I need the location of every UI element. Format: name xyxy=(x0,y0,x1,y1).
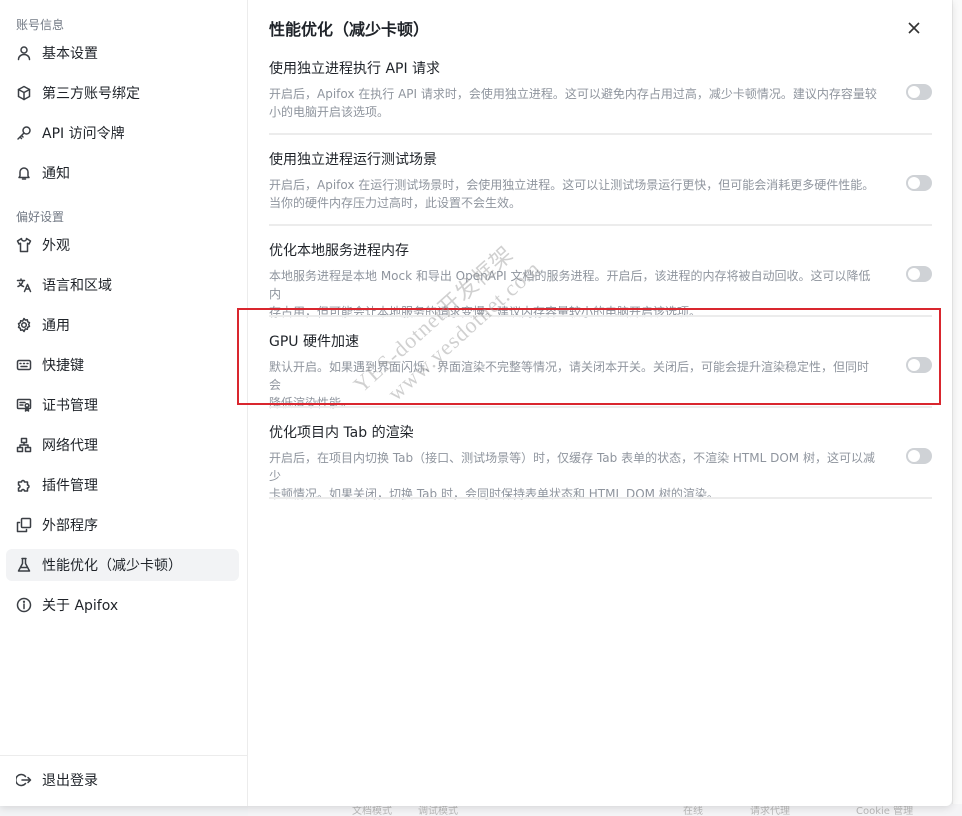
sidebar-item-shortcuts[interactable]: 快捷键 xyxy=(6,349,239,381)
setting-title: 优化项目内 Tab 的渲染 xyxy=(269,425,414,441)
setting-gpu-acceleration: GPU 硬件加速 默认开启。如果遇到界面闪烁、界面渲染不完整等情况，请关闭本开关… xyxy=(269,332,932,410)
setting-divider xyxy=(269,406,932,408)
sidebar-item-label: 证书管理 xyxy=(42,398,98,414)
setting-description-line: 默认开启。如果遇到界面闪烁、界面渲染不完整等情况，请关闭本开关。关闭后，可能会提… xyxy=(269,360,870,392)
sidebar-item-label: 外观 xyxy=(42,238,70,254)
setting-independent-process-test: 使用独立进程运行测试场景 开启后，Apifox 在运行测试场景时，会使用独立进程… xyxy=(269,150,932,226)
setting-description-line: 开启后，Apifox 在运行测试场景时，会使用独立进程。这可以让测试场景运行更快… xyxy=(269,178,875,192)
puzzle-icon xyxy=(16,477,32,493)
sidebar-item-basic-settings[interactable]: 基本设置 xyxy=(6,37,239,69)
setting-description-line: 存占用，但可能会让本地服务的请求变慢。建议内存容量较小的电脑开启该选项。 xyxy=(269,305,702,319)
toggle-gpu-acceleration[interactable] xyxy=(906,357,932,373)
close-icon xyxy=(908,22,920,34)
toggle-knob xyxy=(908,86,920,98)
external-program-icon xyxy=(16,517,32,533)
setting-description-line: 卡顿情况。如果关闭，切换 Tab 时，会同时保持表单状态和 HTML DOM 树… xyxy=(269,487,719,501)
network-icon xyxy=(16,437,32,453)
sidebar-item-label: 关于 Apifox xyxy=(42,598,119,614)
toggle-local-service-memory[interactable] xyxy=(906,266,932,282)
sidebar-item-general[interactable]: 通用 xyxy=(6,309,239,341)
sidebar-item-language-region[interactable]: 语言和区域 xyxy=(6,269,239,301)
settings-main-panel: 性能优化（减少卡顿） 使用独立进程执行 API 请求 开启后，Apifox 在执… xyxy=(248,0,952,806)
sidebar-group-account: 账号信息 xyxy=(16,18,65,32)
sidebar-item-api-token[interactable]: API 访问令牌 xyxy=(6,117,239,149)
toggle-tab-rendering[interactable] xyxy=(906,448,932,464)
info-icon xyxy=(16,597,32,613)
user-icon xyxy=(16,45,32,61)
setting-divider xyxy=(269,133,932,135)
sidebar-item-certificates[interactable]: 证书管理 xyxy=(6,389,239,421)
sidebar-item-network-proxy[interactable]: 网络代理 xyxy=(6,429,239,461)
setting-independent-process-api: 使用独立进程执行 API 请求 开启后，Apifox 在执行 API 请求时，会… xyxy=(269,59,932,135)
sidebar-item-external-programs[interactable]: 外部程序 xyxy=(6,509,239,541)
sidebar-item-label: 第三方账号绑定 xyxy=(42,86,140,102)
page-title: 性能优化（减少卡顿） xyxy=(269,20,430,39)
sidebar-item-label: 通知 xyxy=(42,166,70,182)
toggle-knob xyxy=(908,450,920,462)
sidebar-item-about[interactable]: 关于 Apifox xyxy=(6,589,239,621)
setting-divider xyxy=(269,315,932,317)
toggle-knob xyxy=(908,268,920,280)
setting-divider xyxy=(269,497,932,499)
sidebar-item-label: 网络代理 xyxy=(42,438,98,454)
background-app-edge xyxy=(952,0,962,816)
sidebar-item-label: 语言和区域 xyxy=(42,278,112,294)
sidebar-divider xyxy=(0,755,248,756)
setting-description: 开启后，Apifox 在运行测试场景时，会使用独立进程。这可以让测试场景运行更快… xyxy=(269,176,879,212)
setting-description: 开启后，在项目内切换 Tab（接口、测试场景等）时，仅缓存 Tab 表单的状态，… xyxy=(269,449,879,503)
sidebar-group-preferences: 偏好设置 xyxy=(16,210,65,224)
close-button[interactable] xyxy=(904,18,924,38)
toggle-independent-process-api[interactable] xyxy=(906,84,932,100)
setting-description: 开启后，Apifox 在执行 API 请求时，会使用独立进程。这可以避免内存占用… xyxy=(269,85,879,121)
sidebar-item-performance[interactable]: 性能优化（减少卡顿） xyxy=(6,549,239,581)
certificate-icon xyxy=(16,397,32,413)
toggle-knob xyxy=(908,177,920,189)
setting-divider xyxy=(269,224,932,226)
toggle-knob xyxy=(908,359,920,371)
key-icon xyxy=(16,125,32,141)
settings-dialog: 账号信息 基本设置 第三方账号绑定 API 访问令牌 通知 偏好设置 外观 语言… xyxy=(0,0,952,806)
logout-icon xyxy=(16,772,32,788)
translate-icon xyxy=(16,277,32,293)
sidebar-item-label: API 访问令牌 xyxy=(42,126,125,142)
setting-description-line: 本地服务进程是本地 Mock 和导出 OpenAPI 文档的服务进程。开启后，该… xyxy=(269,269,871,301)
setting-description-line: 开启后，在项目内切换 Tab（接口、测试场景等）时，仅缓存 Tab 表单的状态，… xyxy=(269,451,875,483)
setting-description-line: 降低渲染性能。 xyxy=(269,396,354,410)
sidebar-item-label: 通用 xyxy=(42,318,70,334)
setting-description: 本地服务进程是本地 Mock 和导出 OpenAPI 文档的服务进程。开启后，该… xyxy=(269,267,879,321)
setting-local-service-memory: 优化本地服务进程内存 本地服务进程是本地 Mock 和导出 OpenAPI 文档… xyxy=(269,241,932,319)
logout-label: 退出登录 xyxy=(42,773,98,789)
logout-button[interactable]: 退出登录 xyxy=(6,764,239,796)
sidebar-item-label: 外部程序 xyxy=(42,518,98,534)
gear-icon xyxy=(16,317,32,333)
flask-icon xyxy=(16,557,32,573)
setting-title: 使用独立进程执行 API 请求 xyxy=(269,61,441,77)
sidebar-item-label: 性能优化（减少卡顿） xyxy=(42,558,182,574)
bell-icon xyxy=(16,165,32,181)
toggle-independent-process-test[interactable] xyxy=(906,175,932,191)
sidebar-item-notification[interactable]: 通知 xyxy=(6,157,239,189)
settings-sidebar: 账号信息 基本设置 第三方账号绑定 API 访问令牌 通知 偏好设置 外观 语言… xyxy=(0,0,248,806)
shirt-icon xyxy=(16,237,32,253)
sidebar-item-label: 快捷键 xyxy=(42,358,84,374)
setting-tab-rendering: 优化项目内 Tab 的渲染 开启后，在项目内切换 Tab（接口、测试场景等）时，… xyxy=(269,423,932,501)
sidebar-item-third-party-binding[interactable]: 第三方账号绑定 xyxy=(6,77,239,109)
setting-title: 优化本地服务进程内存 xyxy=(269,243,409,259)
setting-title: GPU 硬件加速 xyxy=(269,334,359,350)
setting-description-line: 小的电脑开启该选项。 xyxy=(269,105,390,119)
sidebar-item-label: 基本设置 xyxy=(42,46,98,62)
sidebar-item-plugins[interactable]: 插件管理 xyxy=(6,469,239,501)
keyboard-icon xyxy=(16,357,32,373)
setting-description-line: 当你的硬件内存压力过高时，此设置不会生效。 xyxy=(269,196,522,210)
sidebar-item-label: 插件管理 xyxy=(42,478,98,494)
setting-description-line: 开启后，Apifox 在执行 API 请求时，会使用独立进程。这可以避免内存占用… xyxy=(269,87,877,101)
setting-description: 默认开启。如果遇到界面闪烁、界面渲染不完整等情况，请关闭本开关。关闭后，可能会提… xyxy=(269,358,879,412)
sidebar-item-appearance[interactable]: 外观 xyxy=(6,229,239,261)
cube-icon xyxy=(16,85,32,101)
setting-title: 使用独立进程运行测试场景 xyxy=(269,152,437,168)
